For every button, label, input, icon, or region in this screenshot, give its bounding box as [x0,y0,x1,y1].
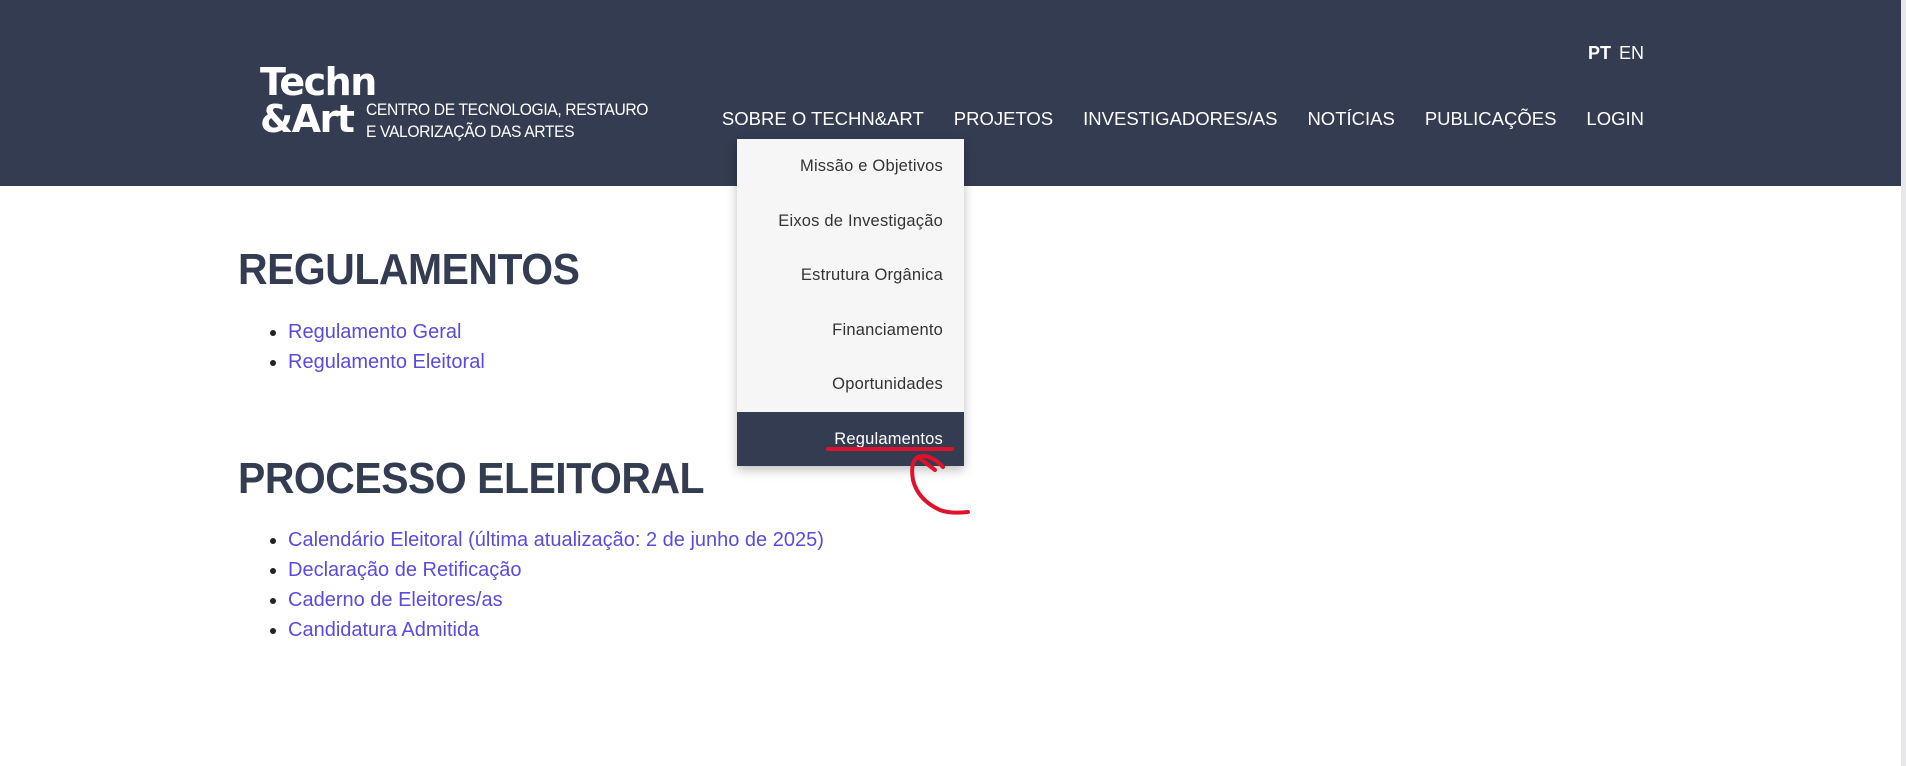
dropdown-item-estrutura[interactable]: Estrutura Orgânica [737,248,964,303]
list-item: Regulamento Geral [288,317,485,347]
logo-text-line1: CENTRO DE TECNOLOGIA, RESTAURO [366,100,649,119]
nav-item-publicacoes[interactable]: PUBLICAÇÕES [1425,108,1557,130]
dropdown-item-eixos[interactable]: Eixos de Investigação [737,194,964,249]
language-switch: PT EN [1588,43,1644,64]
caderno-eleitores-link[interactable]: Caderno de Eleitores/as [288,589,503,611]
lang-pt-link[interactable]: PT [1588,43,1611,64]
processo-eleitoral-link-list: Calendário Eleitoral (última atualização… [248,525,824,645]
logo-mark-line2: &Art [260,97,355,141]
list-item: Caderno de Eleitores/as [288,585,824,615]
dropdown-item-oportunidades[interactable]: Oportunidades [737,357,964,412]
section-title-processo-eleitoral: PROCESSO ELEITORAL [238,454,705,503]
sobre-dropdown-menu: Missão e Objetivos Eixos de Investigação… [737,139,964,466]
logo-mark-line1: Techn [260,60,377,104]
main-nav: SOBRE O TECHN&ART PROJETOS INVESTIGADORE… [722,108,1644,130]
nav-item-sobre[interactable]: SOBRE O TECHN&ART [722,108,924,130]
nav-item-investigadores[interactable]: INVESTIGADORES/AS [1083,108,1277,130]
declaracao-retificacao-link[interactable]: Declaração de Retificação [288,559,521,581]
section-title-regulamentos: REGULAMENTOS [238,245,580,294]
logo-text-line2: E VALORIZAÇÃO DAS ARTES [366,122,575,141]
list-item: Calendário Eleitoral (última atualização… [288,525,824,555]
scrollbar-track[interactable] [1901,0,1906,766]
logo-mark: Techn &Art [260,60,377,141]
regulamento-geral-link[interactable]: Regulamento Geral [288,321,461,343]
calendario-eleitoral-link[interactable]: Calendário Eleitoral (última atualização… [288,529,824,551]
dropdown-item-regulamentos[interactable]: Regulamentos [737,411,964,466]
nav-item-noticias[interactable]: NOTÍCIAS [1307,108,1394,130]
list-item: Declaração de Retificação [288,555,824,585]
candidatura-admitida-link[interactable]: Candidatura Admitida [288,619,479,641]
list-item: Candidatura Admitida [288,615,824,645]
regulamentos-link-list: Regulamento Geral Regulamento Eleitoral [248,317,485,377]
dropdown-item-financiamento[interactable]: Financiamento [737,303,964,358]
nav-item-login[interactable]: LOGIN [1586,108,1644,130]
lang-en-link[interactable]: EN [1619,43,1644,64]
nav-item-projetos[interactable]: PROJETOS [954,108,1053,130]
regulamento-eleitoral-link[interactable]: Regulamento Eleitoral [288,351,485,373]
dropdown-item-missao[interactable]: Missão e Objetivos [737,139,964,194]
logo-text: CENTRO DE TECNOLOGIA, RESTAURO E VALORIZ… [366,99,649,143]
list-item: Regulamento Eleitoral [288,347,485,377]
